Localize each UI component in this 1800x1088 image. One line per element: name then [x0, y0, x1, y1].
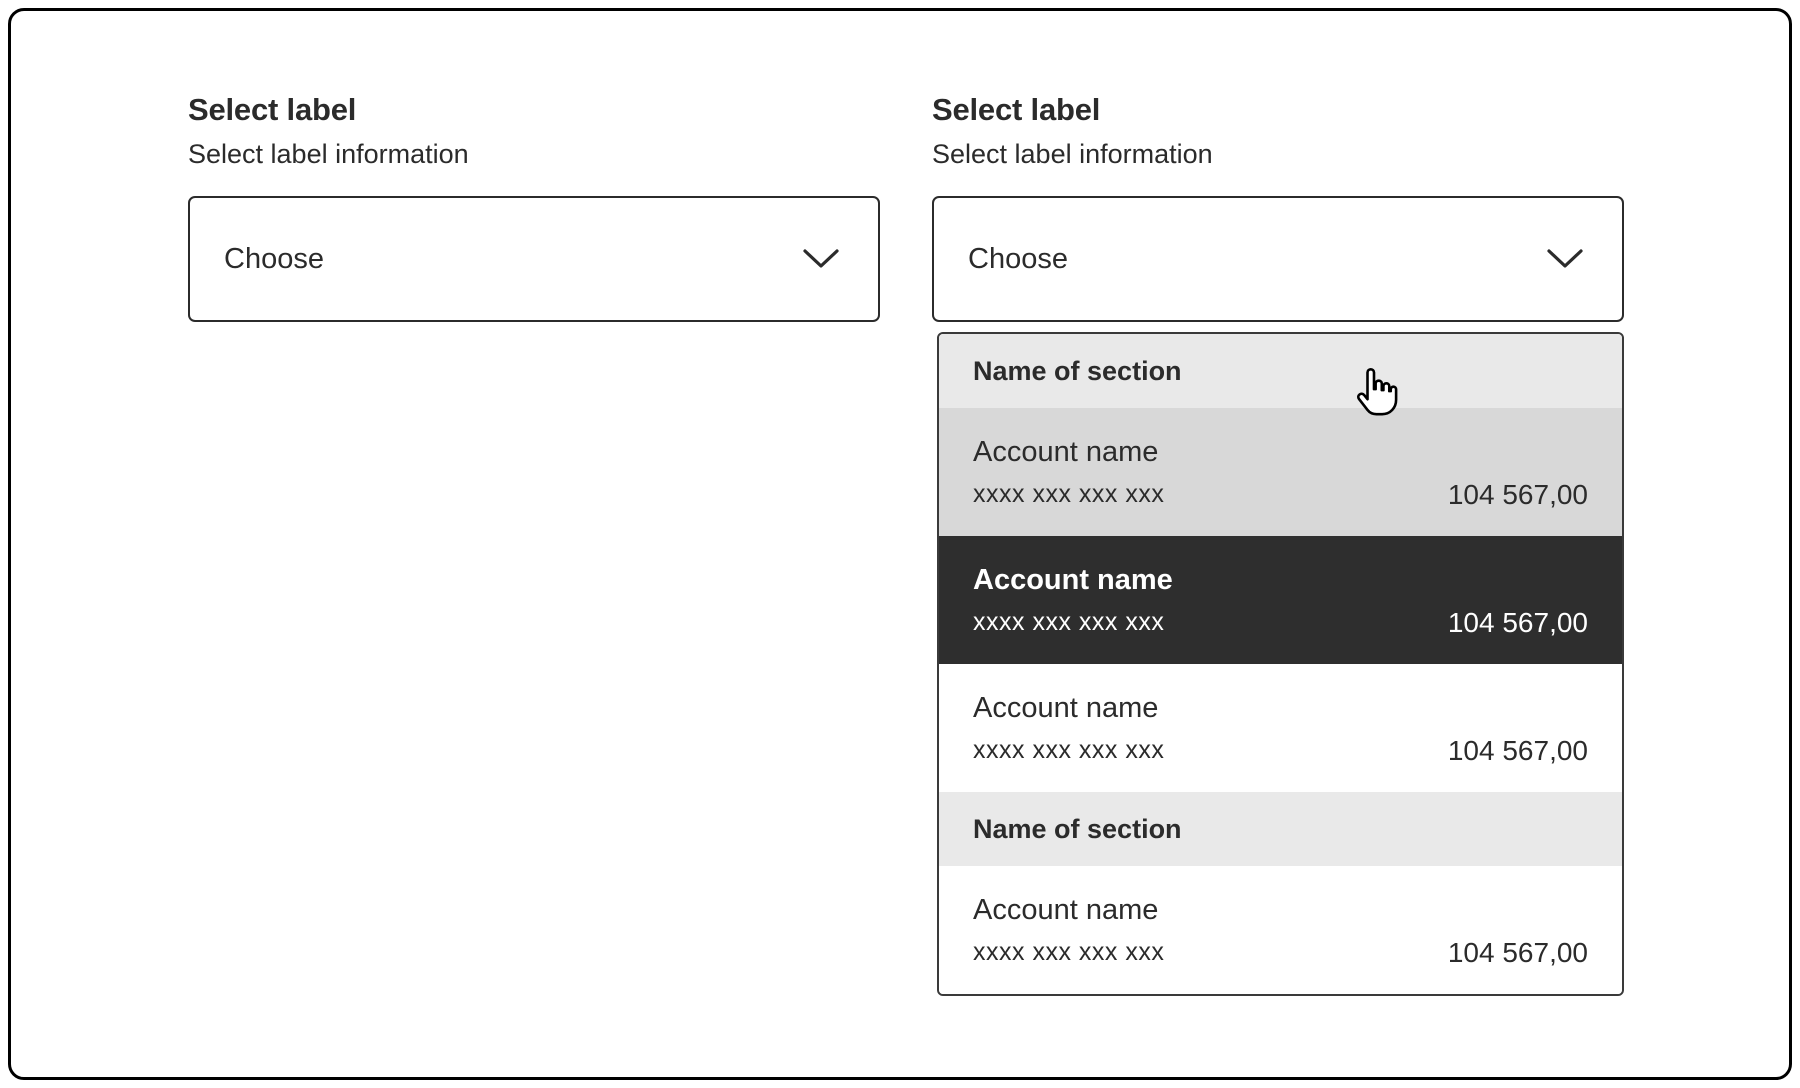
account-name: Account name	[973, 564, 1173, 596]
account-name: Account name	[973, 692, 1159, 724]
account-name: Account name	[973, 894, 1159, 926]
select-dropdown: Name of section Account name xxxx xxx xx…	[937, 332, 1624, 996]
account-number: xxxx xxx xxx xxx	[973, 736, 1165, 764]
select-info: Select label information	[188, 139, 469, 169]
chevron-down-icon	[803, 249, 839, 268]
account-info: Account name xxxx xxx xxx xxx	[973, 562, 1173, 638]
account-number: xxxx xxx xxx xxx	[973, 480, 1165, 508]
account-info: Account name xxxx xxx xxx xxx	[973, 690, 1164, 766]
select-info: Select label information	[932, 139, 1213, 169]
select-field-right: Select label Select label information Ch…	[932, 92, 1624, 322]
account-name: Account name	[973, 436, 1159, 468]
select-trigger-left[interactable]: Choose	[188, 196, 880, 322]
account-info: Account name xxxx xxx xxx xxx	[973, 892, 1164, 968]
select-value: Choose	[224, 242, 324, 275]
account-amount: 104 567,00	[1447, 937, 1588, 968]
dropdown-section-header: Name of section	[939, 334, 1622, 408]
dropdown-section-header: Name of section	[939, 792, 1622, 866]
select-trigger-right[interactable]: Choose	[932, 196, 1624, 322]
account-amount: 104 567,00	[1447, 479, 1588, 510]
select-label: Select label	[932, 92, 1101, 127]
select-value: Choose	[968, 242, 1068, 275]
dropdown-item[interactable]: Account name xxxx xxx xxx xxx 104 567,00	[939, 664, 1622, 792]
dropdown-item[interactable]: Account name xxxx xxx xxx xxx 104 567,00	[939, 866, 1622, 994]
select-field-left: Select label Select label information Ch…	[188, 92, 880, 322]
account-amount: 104 567,00	[1447, 607, 1588, 638]
account-number: xxxx xxx xxx xxx	[973, 938, 1165, 966]
account-info: Account name xxxx xxx xxx xxx	[973, 434, 1164, 510]
account-amount: 104 567,00	[1447, 735, 1588, 766]
dropdown-item[interactable]: Account name xxxx xxx xxx xxx 104 567,00	[939, 536, 1622, 664]
account-number: xxxx xxx xxx xxx	[973, 608, 1165, 636]
chevron-down-icon	[1547, 249, 1583, 268]
select-label: Select label	[188, 92, 357, 127]
dropdown-item[interactable]: Account name xxxx xxx xxx xxx 104 567,00	[939, 408, 1622, 536]
